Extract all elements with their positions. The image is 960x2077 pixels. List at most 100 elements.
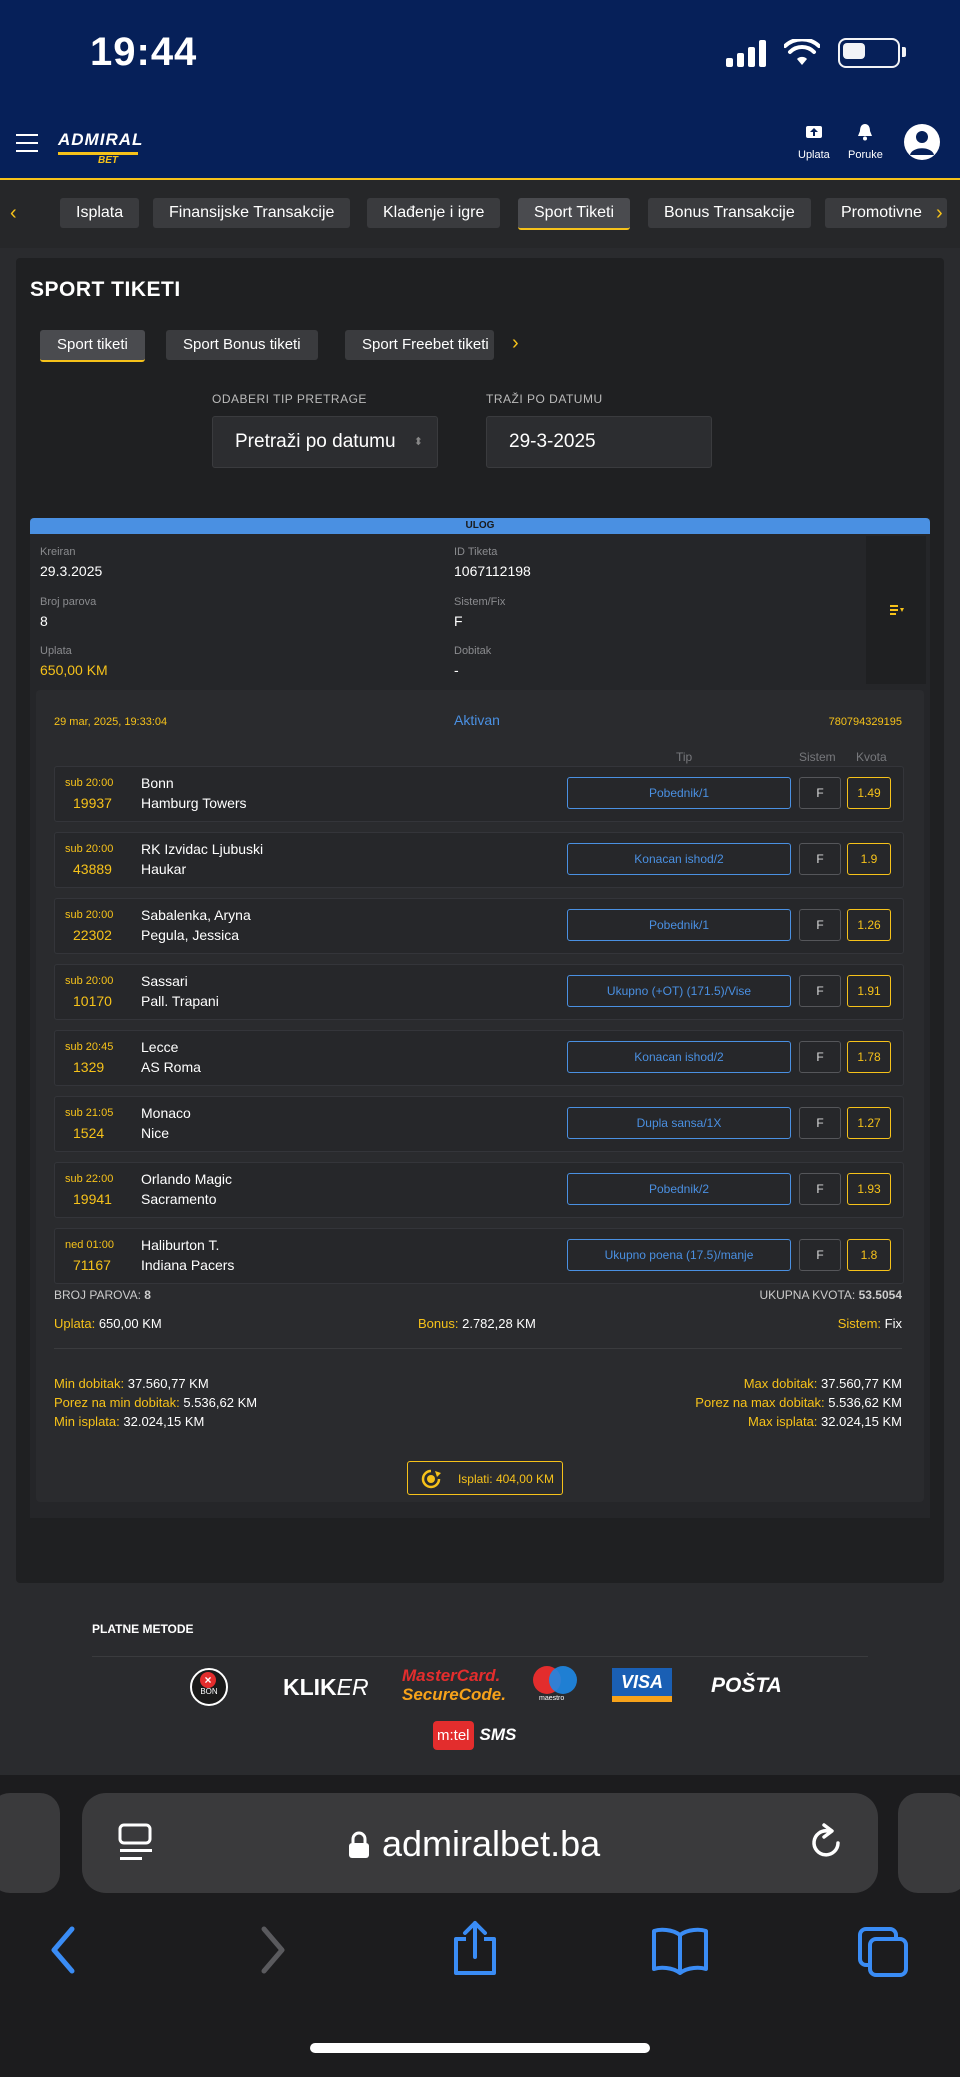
ticket-details: 29 mar, 2025, 19:33:04 Aktivan 780794329… — [36, 690, 924, 1502]
subtab-sport-freebet-tiketi[interactable]: Sport Freebet tiketi — [345, 330, 494, 360]
bet-system: F — [799, 1041, 841, 1073]
chevron-left-icon[interactable]: ‹ — [10, 202, 17, 225]
away-team: Haukar — [141, 861, 187, 877]
match-code: 10170 — [73, 993, 112, 1009]
max-win: Max dobitak: 37.560,77 KM — [744, 1376, 902, 1391]
visa-text: VISA — [620, 1672, 663, 1692]
min-win-label: Min dobitak: — [54, 1376, 125, 1391]
match-code: 71167 — [73, 1257, 111, 1273]
previous-tab-pill[interactable] — [0, 1793, 60, 1893]
home-team: RK Izvidac Ljubuski — [141, 841, 264, 857]
total-odd-label: UKUPNA KVOTA: — [759, 1288, 856, 1302]
match-time: ned 01:00 — [65, 1239, 114, 1251]
away-team: Indiana Pacers — [141, 1257, 235, 1273]
ticket-expand-area[interactable] — [866, 536, 926, 684]
deposit-button[interactable]: Uplata — [798, 122, 830, 161]
pairs-count-label: BROJ PAROVA: — [54, 1288, 141, 1302]
back-icon[interactable] — [46, 1925, 80, 1975]
lock-icon — [349, 1831, 369, 1858]
match-time: sub 22:00 — [65, 1173, 114, 1185]
select-arrows-icon: ⬍ — [413, 436, 423, 448]
subtab-sport-bonus-tiketi[interactable]: Sport Bonus tiketi — [166, 330, 318, 360]
bet-row: sub 20:00 19937 Bonn Hamburg Towers Pobednik… — [54, 766, 904, 822]
user-avatar-icon[interactable] — [904, 124, 940, 160]
share-icon[interactable] — [450, 1919, 500, 1977]
bet-odd: 1.27 — [847, 1107, 891, 1139]
tab-isplata[interactable]: Isplata — [60, 198, 140, 228]
tab-kladjenje-i-igre[interactable]: Klađenje i igre — [367, 198, 501, 228]
tab-sport-tiketi[interactable]: Sport Tiketi — [518, 198, 631, 230]
max-win-label: Max dobitak: — [743, 1376, 818, 1391]
match-code: 1524 — [73, 1125, 105, 1141]
divider — [54, 1348, 902, 1349]
tabs-icon[interactable] — [856, 1925, 910, 1979]
cashout-label: Isplati: 404,00 KM — [457, 1472, 554, 1486]
chevron-right-icon[interactable]: › — [936, 202, 943, 225]
tab-finansijske-transakcije[interactable]: Finansijske Transakcije — [153, 198, 351, 228]
messages-label: Poruke — [848, 149, 883, 161]
list-expand-icon — [890, 605, 904, 615]
tab-promotivne[interactable]: Promotivne — [825, 198, 947, 228]
admiralbet-logo[interactable]: ADMIRAL BET — [58, 130, 143, 166]
tax-min: Porez na min dobitak: 5.536,62 KM — [54, 1395, 257, 1410]
summary-stake: Uplata: 650,00 KM — [54, 1316, 162, 1331]
max-payout-value: 32.024,15 KM — [821, 1414, 902, 1429]
bet-odd: 1.93 — [847, 1173, 891, 1205]
mtel-sms-logo: m:tel SMS — [433, 1718, 516, 1752]
tax-min-value: 5.536,62 KM — [183, 1395, 258, 1410]
away-team: Hamburg Towers — [141, 795, 247, 811]
date-label: TRAŽI PO DATUMU — [486, 392, 603, 406]
footer-divider — [92, 1656, 868, 1657]
bet-system: F — [799, 843, 841, 875]
kliker-logo-italic: ER — [336, 1674, 369, 1700]
match-time: sub 20:00 — [65, 843, 114, 855]
bon-logo-text: BON — [200, 1687, 218, 1696]
search-type-value: Pretraži po datumu — [235, 431, 396, 452]
mastercard-text: MasterCard. — [402, 1666, 501, 1685]
tab-bonus-transakcije[interactable]: Bonus Transakcije — [648, 198, 811, 228]
bet-tip: Konacan ishod/2 — [567, 1041, 791, 1073]
bet-row: sub 20:45 1329 Lecce AS Roma Konacan ishod/2… — [54, 1030, 904, 1086]
bet-row: sub 21:05 1524 Monaco Nice Dupla sansa/1X F 1.… — [54, 1096, 904, 1152]
ticket-status: Aktivan — [454, 712, 500, 728]
page-title: SPORT TIKETI — [30, 278, 181, 301]
bet-row: sub 22:00 19941 Orlando Magic Sacramento Pob… — [54, 1162, 904, 1218]
match-code: 19941 — [73, 1191, 112, 1207]
reload-icon[interactable] — [806, 1823, 846, 1863]
wifi-icon — [784, 39, 820, 65]
bet-odd: 1.26 — [847, 909, 891, 941]
bet-tip: Pobednik/2 — [567, 1173, 791, 1205]
max-payout-label: Max isplata: — [748, 1414, 818, 1429]
logo-text: ADMIRAL — [58, 130, 144, 149]
summary-bonus-label: Bonus: — [418, 1316, 459, 1331]
tax-max: Porez na max dobitak: 5.536,62 KM — [695, 1395, 902, 1410]
bet-system: F — [799, 777, 841, 809]
bet-tip: Pobednik/1 — [567, 909, 791, 941]
min-payout: Min isplata: 32.024,15 KM — [54, 1414, 204, 1429]
away-team: Nice — [141, 1125, 170, 1141]
cashout-button[interactable]: Isplati: 404,00 KM — [407, 1461, 563, 1495]
search-type-select[interactable]: Pretraži po datumu ⬍ — [212, 416, 438, 468]
forward-icon[interactable] — [256, 1925, 290, 1975]
summary-system-value: Fix — [884, 1316, 902, 1331]
summary-bonus: Bonus: 2.782,28 KM — [418, 1316, 536, 1331]
summary-stake-label: Uplata: — [54, 1316, 96, 1331]
address-bar[interactable]: admiralbet.ba — [82, 1793, 878, 1893]
subtab-sport-tiketi[interactable]: Sport tiketi — [40, 330, 145, 362]
maestro-text: maestro — [539, 1695, 565, 1702]
messages-button[interactable]: Poruke — [848, 122, 883, 161]
subtabs-chevron-right-icon[interactable]: › — [512, 332, 519, 355]
match-time: sub 20:00 — [65, 909, 114, 921]
summary-bonus-value: 2.782,28 KM — [462, 1316, 536, 1331]
pairs-value: 8 — [40, 613, 48, 629]
home-indicator[interactable] — [310, 2043, 650, 2053]
bookmarks-icon[interactable] — [650, 1925, 710, 1975]
date-input[interactable]: 29-3-2025 — [486, 416, 712, 468]
reader-mode-icon[interactable] — [118, 1823, 154, 1863]
summary-system: Sistem: Fix — [838, 1316, 902, 1331]
menu-icon[interactable] — [16, 134, 38, 158]
next-tab-pill[interactable] — [898, 1793, 960, 1893]
home-team: Bonn — [141, 775, 174, 791]
home-team: Lecce — [141, 1039, 179, 1055]
deposit-label: Uplata — [798, 149, 830, 161]
